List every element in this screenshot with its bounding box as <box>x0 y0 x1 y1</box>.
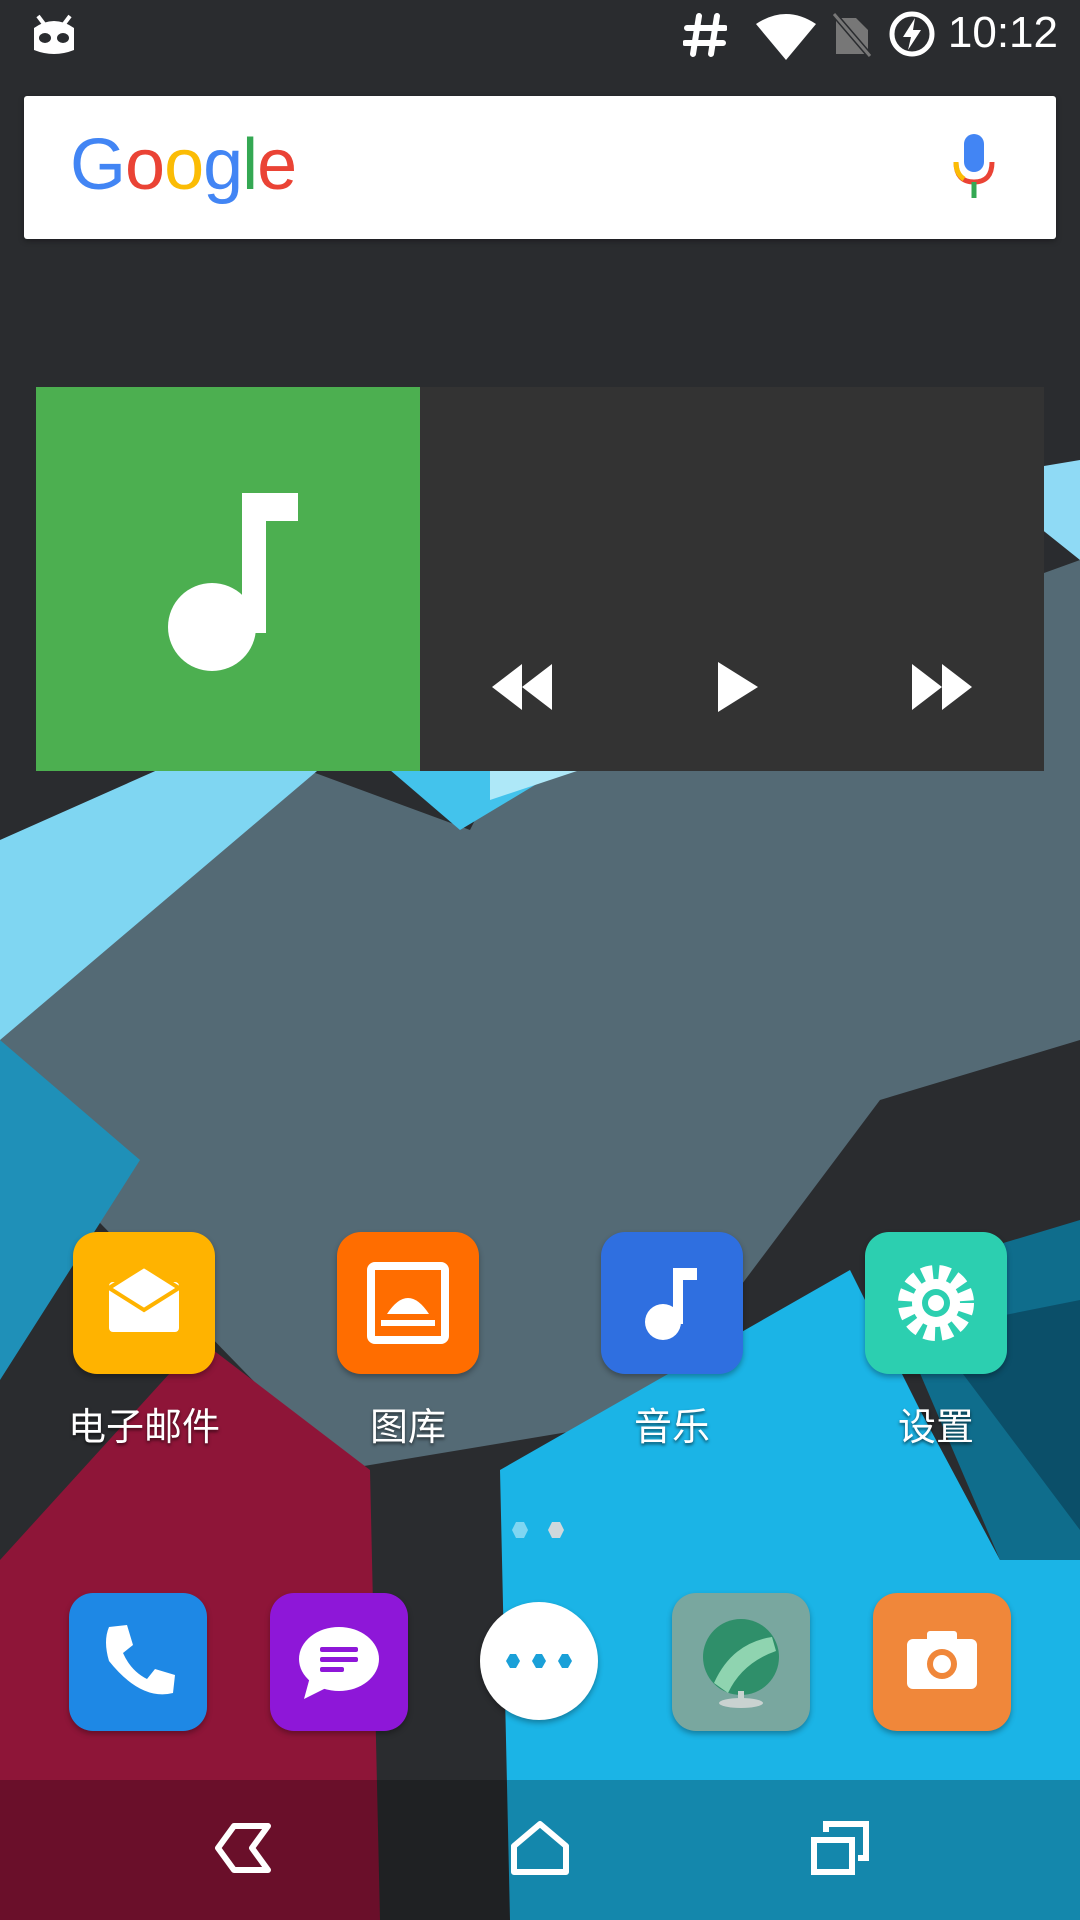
rewind-icon[interactable] <box>490 662 554 716</box>
gallery-icon <box>337 1232 479 1374</box>
logo-letter: o <box>125 125 165 205</box>
app-gallery[interactable]: 图库 <box>298 1232 518 1451</box>
camera-icon[interactable] <box>873 1593 1011 1731</box>
logo-letter: l <box>242 125 258 205</box>
fast-forward-icon[interactable] <box>910 662 974 716</box>
logo-letter: o <box>164 125 204 205</box>
app-music[interactable]: 音乐 <box>562 1232 782 1451</box>
google-logo: Google <box>70 124 297 206</box>
album-art[interactable] <box>36 387 420 771</box>
app-label: 设置 <box>897 1405 974 1449</box>
app-label: 电子邮件 <box>67 1405 220 1449</box>
mic-icon[interactable] <box>952 134 996 204</box>
music-icon <box>601 1232 743 1374</box>
status-bar: 10:12 <box>0 0 1080 72</box>
no-sim-icon <box>831 12 873 62</box>
back-icon[interactable] <box>212 1820 272 1880</box>
email-icon <box>73 1232 215 1374</box>
play-icon[interactable] <box>718 662 758 716</box>
messaging-icon[interactable] <box>270 1593 408 1731</box>
app-label: 图库 <box>369 1405 446 1449</box>
hashtag-icon <box>682 12 728 62</box>
settings-icon <box>865 1232 1007 1374</box>
page-dot <box>548 1522 564 1538</box>
browser-icon[interactable] <box>672 1593 810 1731</box>
battery-charging-icon <box>888 10 936 62</box>
recents-icon[interactable] <box>810 1820 870 1880</box>
clock: 10:12 <box>947 8 1058 57</box>
app-drawer-icon[interactable] <box>480 1602 598 1720</box>
logo-letter: e <box>257 125 297 205</box>
google-search-bar[interactable]: Google <box>24 96 1056 239</box>
app-email[interactable]: 电子邮件 <box>34 1232 254 1451</box>
logo-letter: G <box>70 125 126 205</box>
logo-letter: g <box>203 125 243 205</box>
home-icon[interactable] <box>510 1820 570 1880</box>
wifi-icon <box>756 12 816 64</box>
music-note-icon <box>168 493 298 677</box>
app-label: 音乐 <box>633 1405 710 1449</box>
phone-icon[interactable] <box>69 1593 207 1731</box>
app-settings[interactable]: 设置 <box>826 1232 1046 1451</box>
page-dot-active <box>512 1522 528 1538</box>
android-cyanogen-icon <box>30 14 78 60</box>
page-indicator <box>510 1520 570 1544</box>
